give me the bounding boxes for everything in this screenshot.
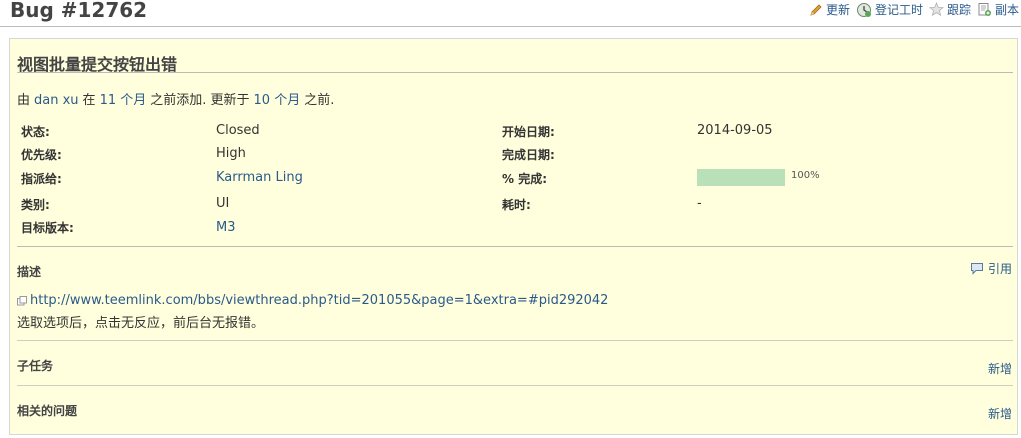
watch-button[interactable]: 跟踪 xyxy=(928,1,971,18)
priority-value: High xyxy=(216,146,246,161)
progress-percent: 100% xyxy=(791,170,820,181)
spent-time-value: - xyxy=(697,196,702,211)
due-date-label: 完成日期: xyxy=(502,148,555,162)
quote-button[interactable]: 引用 xyxy=(970,260,1012,277)
added-ago-link[interactable]: 11 个月 xyxy=(100,93,147,108)
pencil-icon xyxy=(810,3,822,16)
copy-document-icon xyxy=(978,3,991,16)
description-link-row: http://www.teemlink.com/bbs/viewthread.p… xyxy=(17,293,608,308)
copy-label: 副本 xyxy=(994,3,1019,17)
author-line: 由 dan xu 在 11 个月 之前添加. 更新于 10 个月 之前. xyxy=(17,89,334,108)
edit-button[interactable]: 更新 xyxy=(809,1,850,18)
status-label: 状态: xyxy=(21,125,50,139)
subtasks-title: 子任务 xyxy=(17,359,54,373)
issue-details: 视图批量提交按钮出错 由 dan xu 在 11 个月 之前添加. 更新于 10 个月 之前… xyxy=(9,38,1018,435)
watch-label: 跟踪 xyxy=(946,3,971,17)
quote-label: 引用 xyxy=(987,262,1012,276)
progress-fill xyxy=(697,169,785,186)
description-text: 选取选项后，点击无反应，前后台无报错。 xyxy=(17,316,265,331)
action-menu: 更新 登记工时 跟踪 副本 xyxy=(803,1,1019,18)
star-icon xyxy=(928,2,944,17)
author-mid2: 之前添加. 更新于 xyxy=(150,93,250,108)
header-bar: Bug #12762 更新 登记工时 跟踪 副本 xyxy=(0,0,1021,27)
target-version-label: 目标版本: xyxy=(21,221,74,235)
done-ratio-label: % 完成: xyxy=(502,172,548,186)
author-prefix: 由 xyxy=(17,93,31,108)
author-mid1: 在 xyxy=(82,93,96,108)
external-link-icon xyxy=(17,295,27,305)
add-relation-button[interactable]: 新增 xyxy=(988,405,1012,422)
related-issues-title: 相关的问题 xyxy=(17,404,78,418)
description-url-link[interactable]: http://www.teemlink.com/bbs/viewthread.p… xyxy=(30,293,608,308)
target-version-link[interactable]: M3 xyxy=(216,220,236,235)
divider xyxy=(17,385,1013,386)
assignee-label: 指派给: xyxy=(21,172,62,186)
author-link[interactable]: dan xu xyxy=(34,93,79,108)
spent-time-label: 耗时: xyxy=(502,198,531,212)
divider xyxy=(17,246,1013,247)
clock-icon xyxy=(856,2,871,17)
author-suffix: 之前. xyxy=(304,93,335,108)
start-date-label: 开始日期: xyxy=(502,125,555,139)
log-time-button[interactable]: 登记工时 xyxy=(856,1,923,18)
progress-bar xyxy=(697,169,785,186)
log-time-label: 登记工时 xyxy=(874,3,923,17)
start-date-value: 2014-09-05 xyxy=(697,123,773,138)
assignee-link[interactable]: Karrman Ling xyxy=(216,170,303,185)
updated-ago-link[interactable]: 10 个月 xyxy=(254,93,301,108)
divider xyxy=(17,72,1013,73)
category-label: 类别: xyxy=(21,198,50,212)
comment-icon xyxy=(970,263,983,275)
category-value: UI xyxy=(216,196,230,211)
copy-button[interactable]: 副本 xyxy=(977,1,1019,18)
bug-title: Bug #12762 xyxy=(10,0,148,22)
status-value: Closed xyxy=(216,123,260,138)
description-title: 描述 xyxy=(17,265,42,279)
edit-label: 更新 xyxy=(825,3,850,17)
divider xyxy=(17,340,1013,341)
priority-label: 优先级: xyxy=(21,148,62,162)
add-subtask-button[interactable]: 新增 xyxy=(988,360,1012,377)
